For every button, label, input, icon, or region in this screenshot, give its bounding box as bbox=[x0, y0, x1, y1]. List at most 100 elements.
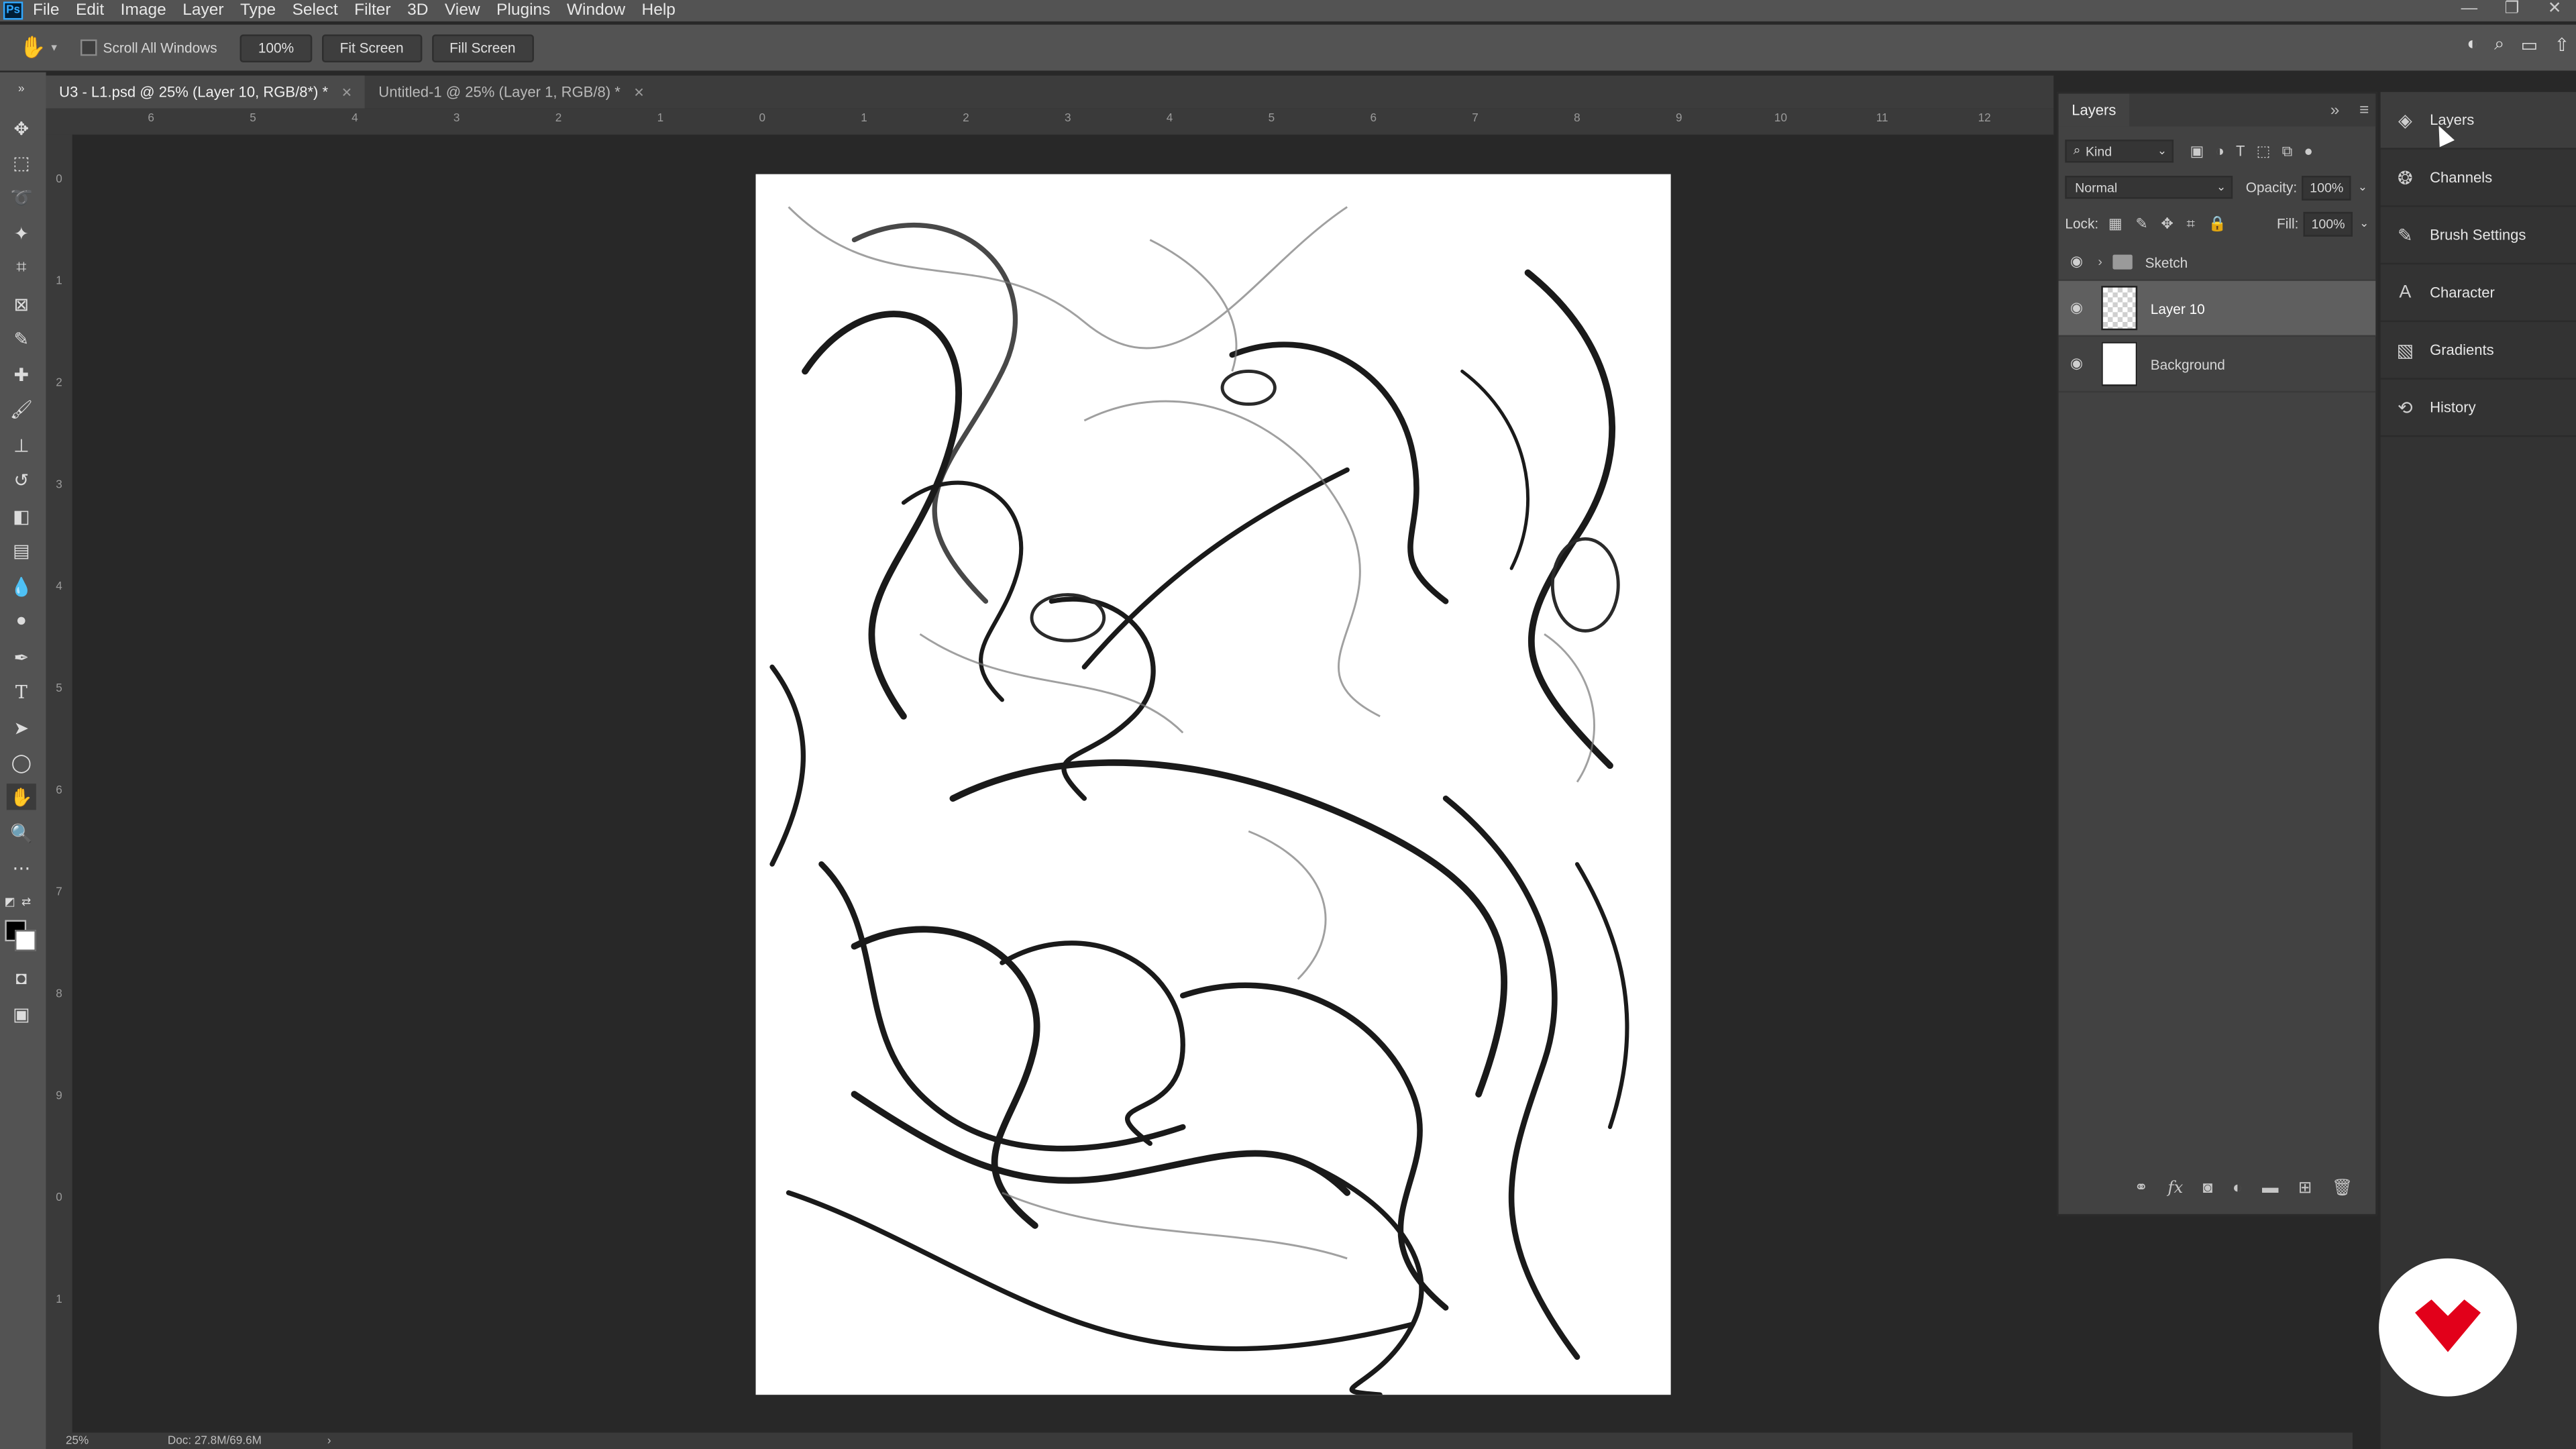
dodge-tool-icon[interactable]: ● bbox=[7, 608, 36, 634]
gradient-tool-icon[interactable]: ▤ bbox=[7, 537, 36, 564]
fit-screen-button[interactable]: Fit Screen bbox=[321, 34, 422, 62]
minimize-button[interactable]: — bbox=[2448, 0, 2491, 21]
blur-tool-icon[interactable]: 💧 bbox=[7, 574, 36, 600]
lock-image-icon[interactable]: ✎ bbox=[2135, 215, 2147, 233]
add-mask-icon[interactable]: ◙ bbox=[2203, 1179, 2213, 1197]
menu-help[interactable]: Help bbox=[642, 1, 676, 19]
healing-brush-tool-icon[interactable]: ✚ bbox=[7, 362, 36, 388]
layer-style-icon[interactable]: fx bbox=[2167, 1179, 2183, 1197]
menu-file[interactable]: File bbox=[33, 1, 59, 19]
delete-layer-icon[interactable]: 🗑 bbox=[2332, 1179, 2353, 1197]
menu-view[interactable]: View bbox=[445, 1, 480, 19]
layer-background[interactable]: ◉ Background bbox=[2058, 337, 2376, 393]
export-icon[interactable]: ⇧ bbox=[2555, 34, 2570, 56]
layer-group-sketch[interactable]: ◉ › Sketch bbox=[2058, 245, 2376, 281]
lock-transparent-icon[interactable]: ▦ bbox=[2108, 215, 2123, 233]
chevron-right-icon[interactable]: › bbox=[2098, 255, 2102, 270]
dock-gradients[interactable]: ▧ Gradients bbox=[2380, 322, 2576, 380]
menu-3d[interactable]: 3D bbox=[407, 1, 428, 19]
type-filter-icon[interactable]: T bbox=[2236, 142, 2245, 160]
chevron-down-icon[interactable]: ▾ bbox=[51, 41, 57, 54]
workspace-icon[interactable]: ▭ bbox=[2521, 34, 2538, 56]
brush-tool-icon[interactable]: 🖌 bbox=[7, 396, 36, 422]
tab-u3-l1[interactable]: U3 - L1.psd @ 25% (Layer 10, RGB/8*) * ✕ bbox=[46, 75, 366, 109]
crop-tool-icon[interactable]: ⌗ bbox=[7, 255, 36, 281]
frame-tool-icon[interactable]: ⊠ bbox=[7, 290, 36, 317]
link-layers-icon[interactable]: ⚭ bbox=[2134, 1179, 2148, 1197]
search-icon[interactable]: ⌕ bbox=[2494, 34, 2504, 56]
screen-mode-icon[interactable]: ▣ bbox=[7, 1000, 36, 1026]
canvas-area[interactable] bbox=[72, 134, 2054, 1433]
magic-wand-tool-icon[interactable]: ✦ bbox=[7, 220, 36, 246]
close-tab-icon[interactable]: ✕ bbox=[341, 85, 352, 99]
lock-all-icon[interactable]: 🔒 bbox=[2208, 215, 2226, 233]
scroll-all-windows-option[interactable]: Scroll All Windows bbox=[80, 39, 217, 56]
new-group-icon[interactable]: ▬ bbox=[2262, 1179, 2278, 1197]
chevron-down-icon[interactable]: ⌄ bbox=[2358, 180, 2367, 194]
zoom-level[interactable]: 25% bbox=[66, 1435, 89, 1446]
eyedropper-tool-icon[interactable]: ✎ bbox=[7, 325, 36, 352]
type-tool-icon[interactable]: T bbox=[7, 678, 36, 704]
layers-panel-title[interactable]: Layers bbox=[2058, 93, 2129, 127]
adjustment-filter-icon[interactable]: ◑ bbox=[2216, 142, 2224, 160]
shape-filter-icon[interactable]: ⬚ bbox=[2257, 142, 2271, 160]
fill-screen-button[interactable]: Fill Screen bbox=[431, 34, 534, 62]
kind-filter-select[interactable]: ⌕ Kind ⌄ bbox=[2065, 140, 2174, 163]
dock-character[interactable]: A Character bbox=[2380, 264, 2576, 323]
document-canvas[interactable] bbox=[755, 174, 1671, 1395]
menu-edit[interactable]: Edit bbox=[76, 1, 104, 19]
visibility-eye-icon[interactable]: ◉ bbox=[2065, 355, 2088, 373]
menu-window[interactable]: Window bbox=[567, 1, 625, 19]
dock-channels[interactable]: ❂ Channels bbox=[2380, 150, 2576, 207]
tab-untitled-1[interactable]: Untitled-1 @ 25% (Layer 1, RGB/8) * ✕ bbox=[366, 76, 658, 109]
default-colors-icon[interactable]: ◩ bbox=[3, 889, 17, 915]
visibility-eye-icon[interactable]: ◉ bbox=[2065, 299, 2088, 317]
menu-image[interactable]: Image bbox=[121, 1, 166, 19]
lock-position-icon[interactable]: ✥ bbox=[2161, 215, 2173, 233]
dock-history[interactable]: ⟲ History bbox=[2380, 380, 2576, 437]
pen-tool-icon[interactable]: ✒ bbox=[7, 644, 36, 670]
lock-artboard-icon[interactable]: ⌗ bbox=[2186, 215, 2194, 233]
swap-colors-icon[interactable]: ⇄ bbox=[19, 889, 33, 915]
close-tab-icon[interactable]: ✕ bbox=[633, 85, 644, 99]
clone-stamp-tool-icon[interactable]: ⊥ bbox=[7, 432, 36, 458]
scroll-all-windows-checkbox[interactable] bbox=[80, 39, 97, 56]
background-color-swatch[interactable] bbox=[15, 930, 36, 951]
panel-menu-icon[interactable]: ≡ bbox=[2359, 101, 2369, 119]
menu-layer[interactable]: Layer bbox=[182, 1, 223, 19]
path-selection-tool-icon[interactable]: ➤ bbox=[7, 714, 36, 741]
blend-mode-select[interactable]: Normal ⌄ bbox=[2065, 176, 2233, 199]
quick-mask-icon[interactable]: ◘ bbox=[7, 966, 36, 992]
move-tool-icon[interactable]: ✥ bbox=[7, 115, 36, 141]
filter-toggle-icon[interactable]: ● bbox=[2304, 142, 2312, 160]
smart-object-filter-icon[interactable]: ⧉ bbox=[2282, 142, 2293, 160]
fill-input[interactable]: 100% bbox=[2303, 211, 2353, 236]
lasso-tool-icon[interactable]: ➰ bbox=[7, 184, 36, 210]
layer-layer-10[interactable]: ◉ Layer 10 bbox=[2058, 280, 2376, 337]
opacity-input[interactable]: 100% bbox=[2302, 174, 2351, 200]
eraser-tool-icon[interactable]: ◧ bbox=[7, 502, 36, 529]
hand-tool-preset-icon[interactable]: ✋ bbox=[19, 34, 46, 60]
adjustment-layer-icon[interactable]: ◐ bbox=[2233, 1179, 2243, 1197]
menu-type[interactable]: Type bbox=[240, 1, 276, 19]
zoom-tool-icon[interactable]: 🔍 bbox=[7, 820, 36, 846]
pixel-filter-icon[interactable]: ▣ bbox=[2190, 142, 2204, 160]
history-brush-tool-icon[interactable]: ↺ bbox=[7, 467, 36, 493]
dock-layers[interactable]: ◈ Layers bbox=[2380, 92, 2576, 150]
dock-brush-settings[interactable]: ✎ Brush Settings bbox=[2380, 207, 2576, 265]
collapse-toolbar-icon[interactable]: » bbox=[7, 76, 36, 102]
collapse-panel-icon[interactable]: » bbox=[2330, 101, 2340, 119]
more-tools-icon[interactable]: ⋯ bbox=[7, 854, 36, 880]
visibility-eye-icon[interactable]: ◉ bbox=[2065, 253, 2088, 271]
close-button[interactable]: ✕ bbox=[2533, 0, 2576, 21]
restore-button[interactable]: ❐ bbox=[2491, 0, 2534, 21]
ellipse-tool-icon[interactable]: ◯ bbox=[7, 749, 36, 775]
marquee-tool-icon[interactable]: ⬚ bbox=[7, 150, 36, 176]
menu-select[interactable]: Select bbox=[292, 1, 338, 19]
menu-plugins[interactable]: Plugins bbox=[496, 1, 550, 19]
zoom-100-button[interactable]: 100% bbox=[239, 34, 313, 62]
menu-filter[interactable]: Filter bbox=[354, 1, 390, 19]
share-icon[interactable]: ◐ bbox=[2467, 34, 2477, 56]
hand-tool-icon[interactable]: ✋ bbox=[6, 784, 36, 810]
new-layer-icon[interactable]: ⊞ bbox=[2298, 1179, 2312, 1197]
